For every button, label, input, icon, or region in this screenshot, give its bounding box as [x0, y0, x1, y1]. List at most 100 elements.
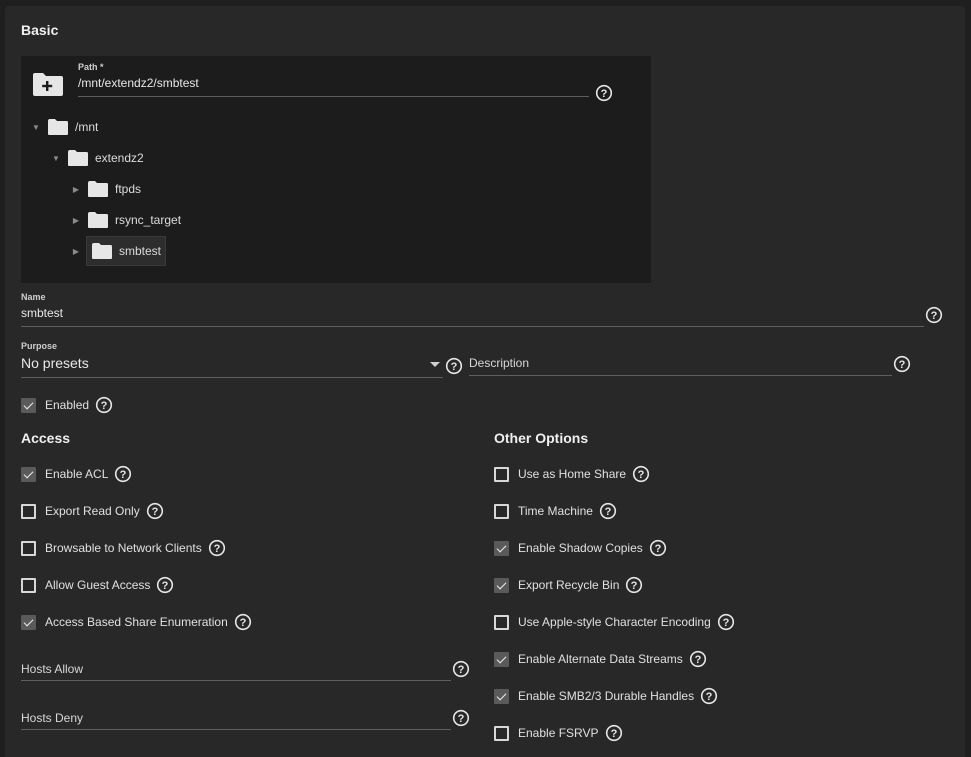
hosts-allow-input[interactable]: Hosts Allow: [21, 662, 83, 676]
tree-node-smbtest[interactable]: ▶ smbtest: [71, 236, 167, 266]
collapsed-arrow-icon[interactable]: ▶: [71, 247, 81, 256]
svg-text:?: ?: [631, 580, 638, 592]
tree-label: extendz2: [95, 151, 144, 165]
browsable-to-network-clients-help-icon[interactable]: ?: [208, 539, 226, 557]
export-read-only-checkbox-row[interactable]: Export Read Only?: [21, 501, 164, 521]
folder-icon: [88, 212, 108, 228]
export-recycle-bin-help-icon[interactable]: ?: [625, 576, 643, 594]
use-as-home-share-checkbox-row[interactable]: Use as Home Share?: [494, 464, 650, 484]
enable-smb2-3-durable-handles-checkbox-row[interactable]: Enable SMB2/3 Durable Handles?: [494, 686, 718, 706]
tree-node-ftpds[interactable]: ▶ ftpds: [71, 177, 141, 201]
purpose-select[interactable]: No presets: [21, 355, 441, 371]
access-based-share-enumeration-checkbox[interactable]: [21, 614, 36, 630]
time-machine-checkbox-row[interactable]: Time Machine?: [494, 501, 617, 521]
chevron-down-icon[interactable]: [430, 362, 440, 367]
enable-shadow-copies-checkbox-row[interactable]: Enable Shadow Copies?: [494, 538, 667, 558]
name-input[interactable]: smbtest: [21, 306, 921, 320]
name-underline: [21, 326, 924, 327]
enable-shadow-copies-help-icon[interactable]: ?: [649, 539, 667, 557]
use-as-home-share-help-icon[interactable]: ?: [632, 465, 650, 483]
tree-node-rsync-target[interactable]: ▶ rsync_target: [71, 208, 181, 232]
access-based-share-enumeration-checkbox-row[interactable]: Access Based Share Enumeration?: [21, 612, 252, 632]
expanded-arrow-icon[interactable]: ▼: [51, 154, 61, 163]
browsable-to-network-clients-checkbox[interactable]: [21, 540, 36, 556]
enable-acl-checkbox[interactable]: [21, 466, 36, 482]
path-explorer: Path * /mnt/extendz2/smbtest ? ▼ /mnt ▼ …: [21, 56, 651, 283]
enabled-help-icon[interactable]: ?: [95, 396, 113, 414]
collapsed-arrow-icon[interactable]: ▶: [71, 216, 81, 225]
enabled-label: Enabled: [45, 398, 90, 412]
svg-text:?: ?: [638, 469, 645, 481]
browsable-to-network-clients-label: Browsable to Network Clients: [45, 541, 202, 555]
svg-text:?: ?: [458, 664, 465, 676]
tree-selected-node[interactable]: smbtest: [85, 236, 167, 266]
time-machine-label: Time Machine: [518, 504, 593, 518]
tree-node-mnt[interactable]: ▼ /mnt: [31, 115, 98, 139]
use-apple-style-character-encoding-checkbox[interactable]: [494, 614, 509, 630]
export-read-only-help-icon[interactable]: ?: [146, 502, 164, 520]
use-apple-style-character-encoding-checkbox-row[interactable]: Use Apple-style Character Encoding?: [494, 612, 735, 632]
enable-fsrvp-label: Enable FSRVP: [518, 726, 599, 740]
time-machine-checkbox[interactable]: [494, 503, 509, 519]
name-help-icon[interactable]: ?: [925, 306, 943, 324]
enable-acl-label: Enable ACL: [45, 467, 109, 481]
enable-alternate-data-streams-checkbox-row[interactable]: Enable Alternate Data Streams?: [494, 649, 707, 669]
enable-acl-help-icon[interactable]: ?: [114, 465, 132, 483]
description-input[interactable]: Description: [469, 356, 529, 370]
svg-text:?: ?: [451, 361, 458, 373]
hosts-deny-input[interactable]: Hosts Deny: [21, 711, 83, 725]
enable-alternate-data-streams-label: Enable Alternate Data Streams: [518, 652, 683, 666]
allow-guest-access-help-icon[interactable]: ?: [156, 576, 174, 594]
use-as-home-share-checkbox[interactable]: [494, 466, 509, 482]
enable-acl-checkbox-row[interactable]: Enable ACL?: [21, 464, 132, 484]
export-recycle-bin-checkbox[interactable]: [494, 577, 509, 593]
allow-guest-access-checkbox-row[interactable]: Allow Guest Access?: [21, 575, 174, 595]
expanded-arrow-icon[interactable]: ▼: [31, 123, 41, 132]
purpose-help-icon[interactable]: ?: [445, 357, 463, 375]
export-read-only-label: Export Read Only: [45, 504, 140, 518]
svg-text:?: ?: [601, 88, 608, 100]
folder-icon: [88, 181, 108, 197]
enabled-checkbox[interactable]: [21, 397, 36, 413]
svg-text:?: ?: [458, 713, 465, 725]
enabled-checkbox-row[interactable]: Enabled ?: [21, 395, 113, 415]
enable-smb2-3-durable-handles-help-icon[interactable]: ?: [700, 687, 718, 705]
path-input[interactable]: /mnt/extendz2/smbtest: [78, 76, 588, 90]
export-read-only-checkbox[interactable]: [21, 503, 36, 519]
tree-label: smbtest: [119, 244, 162, 258]
path-underline: [78, 96, 589, 97]
use-apple-style-character-encoding-label: Use Apple-style Character Encoding: [518, 615, 711, 629]
tree-node-extendz2[interactable]: ▼ extendz2: [51, 146, 144, 170]
description-help-icon[interactable]: ?: [893, 355, 911, 373]
svg-text:?: ?: [101, 400, 108, 412]
browsable-to-network-clients-checkbox-row[interactable]: Browsable to Network Clients?: [21, 538, 226, 558]
allow-guest-access-checkbox[interactable]: [21, 577, 36, 593]
name-label: Name: [21, 292, 46, 302]
hosts-deny-help-icon[interactable]: ?: [452, 709, 470, 727]
svg-text:?: ?: [162, 580, 169, 592]
path-label: Path *: [78, 62, 104, 72]
enable-alternate-data-streams-help-icon[interactable]: ?: [689, 650, 707, 668]
create-folder-button[interactable]: [32, 71, 64, 97]
access-based-share-enumeration-help-icon[interactable]: ?: [234, 613, 252, 631]
use-apple-style-character-encoding-help-icon[interactable]: ?: [717, 613, 735, 631]
hosts-allow-help-icon[interactable]: ?: [452, 660, 470, 678]
export-recycle-bin-label: Export Recycle Bin: [518, 578, 620, 592]
enable-fsrvp-help-icon[interactable]: ?: [605, 724, 623, 742]
time-machine-help-icon[interactable]: ?: [599, 502, 617, 520]
purpose-underline: [21, 377, 443, 378]
svg-text:?: ?: [151, 506, 158, 518]
enable-fsrvp-checkbox[interactable]: [494, 725, 509, 741]
path-help-icon[interactable]: ?: [595, 84, 613, 102]
svg-text:?: ?: [694, 654, 701, 666]
collapsed-arrow-icon[interactable]: ▶: [71, 185, 81, 194]
enable-fsrvp-checkbox-row[interactable]: Enable FSRVP?: [494, 723, 623, 743]
svg-text:?: ?: [213, 543, 220, 555]
folder-icon: [92, 243, 112, 259]
svg-text:?: ?: [931, 310, 938, 322]
enable-shadow-copies-checkbox[interactable]: [494, 540, 509, 556]
allow-guest-access-label: Allow Guest Access: [45, 578, 151, 592]
enable-alternate-data-streams-checkbox[interactable]: [494, 651, 509, 667]
enable-smb2-3-durable-handles-checkbox[interactable]: [494, 688, 509, 704]
export-recycle-bin-checkbox-row[interactable]: Export Recycle Bin?: [494, 575, 643, 595]
